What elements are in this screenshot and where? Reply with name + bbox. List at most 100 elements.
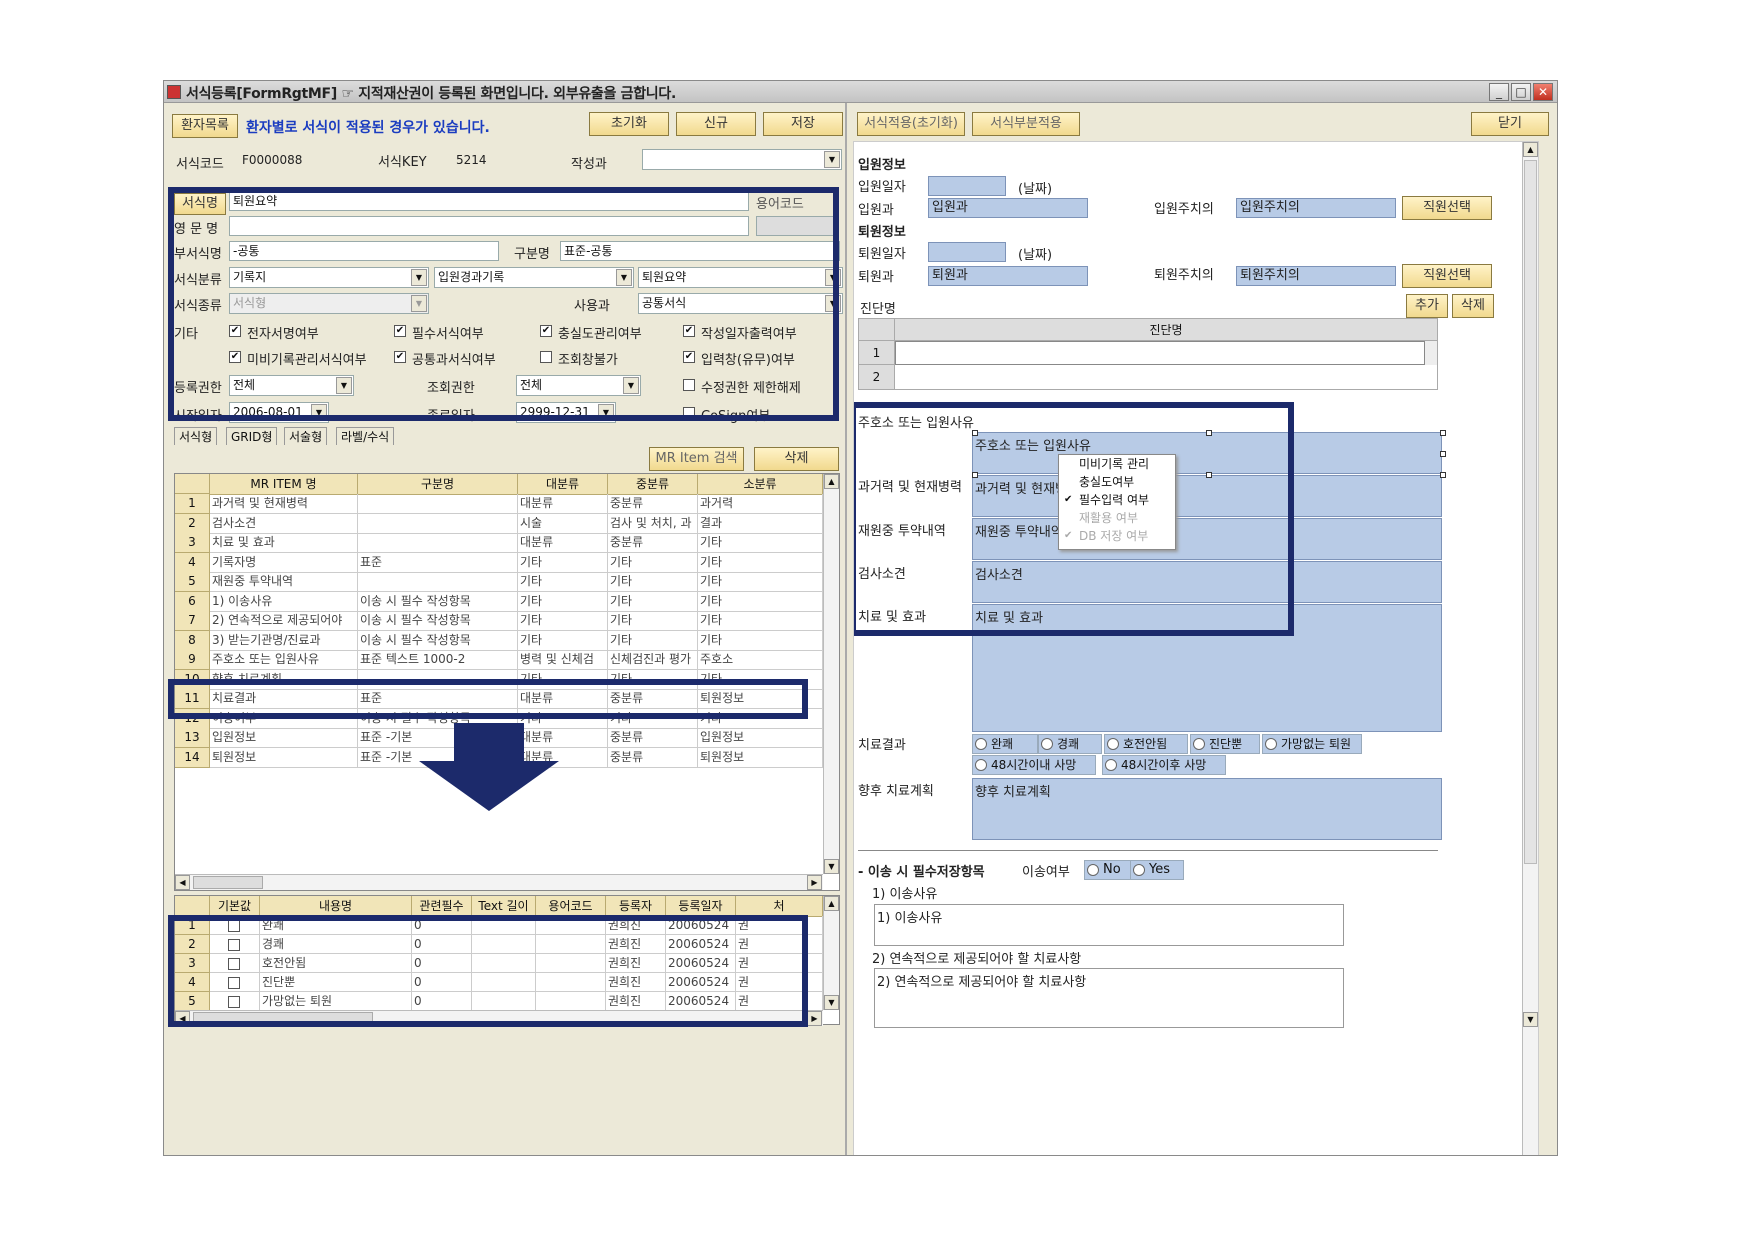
grid-cell[interactable]: 중분류 [608, 494, 698, 514]
context-menu[interactable]: 미비기록 관리 충실도여부 ✔ 필수입력 여부 재활용 여부 ✔ DB 저장 여부 [1058, 454, 1176, 550]
admit-doc-field[interactable]: 입원주치의 [1236, 198, 1396, 218]
close-button[interactable]: 닫기 [1471, 112, 1549, 136]
resize-handle[interactable] [972, 430, 978, 436]
grid-cell[interactable] [358, 669, 518, 690]
tab-grid[interactable]: GRID형 [226, 427, 278, 445]
resize-handle[interactable] [1440, 472, 1446, 478]
diag-grid[interactable]: 진단명 1 2 [858, 318, 1438, 390]
dept-cell[interactable]: 권 [736, 992, 823, 1011]
grid-cell[interactable] [358, 494, 518, 514]
grid-cell[interactable]: 이송 시 필수 작성항목 [358, 611, 518, 631]
context-menu-item[interactable]: 재활용 여부 [1059, 509, 1175, 527]
result-radio[interactable]: 48시간이후 사망 [1102, 755, 1226, 775]
registrant-cell[interactable]: 권희진 [606, 973, 666, 992]
content-name-cell[interactable]: 호전안됨 [260, 954, 412, 973]
resize-handle[interactable] [972, 472, 978, 478]
required-cell[interactable]: 0 [412, 954, 472, 973]
reset-button[interactable]: 초기화 [589, 112, 669, 136]
apply-init-button[interactable]: 서식적용(초기화) [857, 112, 965, 136]
grid-cell[interactable]: 3) 받는기관명/진료과 [210, 630, 358, 651]
resize-handle[interactable] [1206, 472, 1212, 478]
grid-cell[interactable]: 과거력 [698, 494, 823, 514]
exam-textarea[interactable]: 검사소견 [972, 561, 1442, 603]
term-code-cell[interactable] [536, 916, 606, 935]
registrant-cell[interactable]: 권희진 [606, 935, 666, 954]
reg-date-cell[interactable]: 20060524 [666, 954, 736, 973]
context-menu-item[interactable]: 충실도여부 [1059, 473, 1175, 491]
resize-handle[interactable] [1440, 430, 1446, 436]
grid-cell[interactable]: 대분류 [518, 494, 608, 514]
group-field[interactable]: 표준-공통 [560, 241, 840, 261]
grid-cell[interactable]: 기타 [608, 708, 698, 729]
class1-select[interactable]: 기록지 ▼ [229, 267, 429, 288]
tab-form[interactable]: 서식형 [174, 427, 218, 445]
grid-cell[interactable]: 대분류 [518, 689, 608, 709]
grid-cell[interactable]: 기타 [608, 552, 698, 573]
resize-handle[interactable] [1440, 451, 1446, 457]
grid-cell[interactable]: 기타 [698, 533, 823, 553]
maximize-button[interactable]: □ [1511, 83, 1531, 101]
grid-cell[interactable]: 표준 [358, 689, 518, 709]
grid-cell[interactable]: 표준 [358, 552, 518, 573]
col-header[interactable]: MR ITEM 명 [210, 474, 358, 495]
content-name-cell[interactable]: 완쾌 [260, 916, 412, 935]
save-button[interactable]: 저장 [763, 112, 843, 136]
start-date[interactable]: 2006-08-01 ▼ [229, 402, 329, 423]
grid-cell[interactable]: 기타 [608, 611, 698, 631]
mr-item-search-button[interactable]: MR Item 검색 [649, 447, 744, 471]
grid-cell[interactable]: 대분류 [518, 533, 608, 553]
content-name-cell[interactable]: 진단뿐 [260, 973, 412, 992]
grid-cell[interactable]: 검사소견 [210, 513, 358, 534]
context-menu-item[interactable]: ✔ 필수입력 여부 [1059, 491, 1175, 509]
grid-cell[interactable]: 과거력 및 현재병력 [210, 494, 358, 514]
grid-cell[interactable]: 기타 [698, 591, 823, 612]
col-header[interactable]: 등록자 [606, 896, 666, 917]
continue-textarea[interactable]: 2) 연속적으로 제공되어야 할 치료사항 [874, 968, 1344, 1028]
default-checkbox[interactable] [210, 916, 260, 935]
grid-cell[interactable]: 중분류 [608, 747, 698, 768]
grid-cell[interactable]: 1) 이송사유 [210, 591, 358, 612]
reason-textarea[interactable]: 1) 이송사유 [874, 904, 1344, 946]
grid-cell[interactable]: 퇴원정보 [698, 747, 823, 768]
required-cell[interactable]: 0 [412, 992, 472, 1011]
sub-field[interactable]: -공통 [229, 241, 499, 261]
col-header[interactable]: 소분류 [698, 474, 823, 495]
view-select[interactable]: 전체 ▼ [516, 375, 641, 396]
grid-cell[interactable]: 기타 [698, 669, 823, 690]
usedept-select[interactable]: 공통서식 ▼ [638, 293, 843, 314]
grid-cell[interactable]: 이송여부 [210, 708, 358, 729]
grid-cell[interactable]: 기타 [518, 572, 608, 592]
grid-cell[interactable]: 입원정보 [698, 728, 823, 748]
col-header[interactable]: 용어코드 [536, 896, 606, 917]
vertical-scrollbar[interactable]: ▲ ▼ [823, 474, 839, 874]
col-header[interactable]: 내용명 [260, 896, 412, 917]
patient-list-button[interactable]: 환자목록 [172, 114, 238, 138]
grid-cell[interactable]: 이송 시 필수 작성항목 [358, 630, 518, 651]
result-radio[interactable]: 완쾌 [972, 734, 1038, 754]
horizontal-scrollbar[interactable]: ◀ ▶ [175, 1010, 823, 1026]
grid-cell[interactable]: 기타 [608, 669, 698, 690]
grid-cell[interactable]: 기타 [518, 669, 608, 690]
grid-cell[interactable]: 중분류 [608, 728, 698, 748]
grid-cell[interactable]: 주호소 [698, 650, 823, 670]
col-header[interactable]: 처 [736, 896, 823, 917]
chief-textarea[interactable]: 주호소 또는 입원사유 [972, 432, 1442, 474]
term-code-cell[interactable] [536, 954, 606, 973]
required-cell[interactable]: 0 [412, 973, 472, 992]
admit-date-field[interactable] [928, 176, 1006, 196]
end-date[interactable]: 2999-12-31 ▼ [516, 402, 616, 423]
default-checkbox[interactable] [210, 935, 260, 954]
required-cell[interactable]: 0 [412, 935, 472, 954]
diag-cell[interactable] [895, 341, 1425, 365]
col-header[interactable]: 관련필수 [412, 896, 472, 917]
registrant-cell[interactable]: 권희진 [606, 916, 666, 935]
mr-item-grid[interactable]: MR ITEM 명 구분명 대분류 중분류 소분류 1 과거력 및 현재병력 대분류… [174, 473, 840, 891]
dis-dept-field[interactable]: 퇴원과 [928, 266, 1088, 286]
content-grid[interactable]: 기본값 내용명 관련필수 Text 길이 용어코드 등록자 등록일자 처 1 완쾌… [174, 895, 840, 1026]
grid-cell[interactable]: 기타 [698, 572, 823, 592]
minimize-button[interactable]: _ [1489, 83, 1509, 101]
grid-cell[interactable]: 중분류 [608, 533, 698, 553]
vertical-scrollbar[interactable]: ▲ ▼ [823, 896, 839, 1010]
default-checkbox[interactable] [210, 992, 260, 1011]
dept-select[interactable]: ▼ [642, 149, 842, 170]
